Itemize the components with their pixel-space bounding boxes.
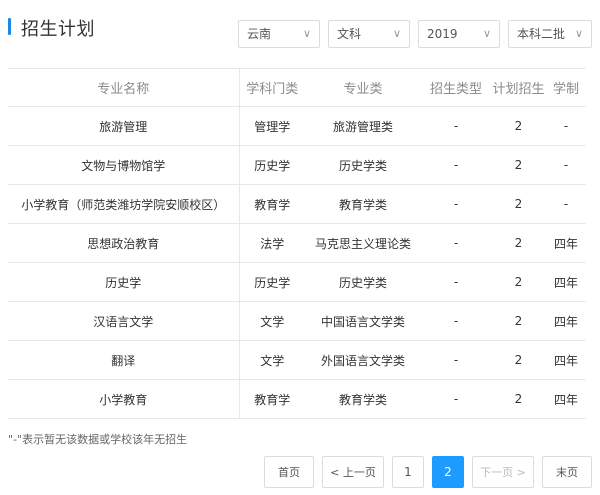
column-header-major: 专业名称 [8,68,240,107]
cell-enroll-type: - [421,340,491,380]
table-header-row: 专业名称 学科门类 专业类 招生类型 计划招生 学制 [8,68,586,107]
province-select-value: 云南 [247,27,272,41]
table-row: 汉语言文学 文学 中国语言文学类 - 2 四年 [8,301,586,341]
cell-enroll-type: - [421,106,491,146]
table-row: 文物与博物馆学 历史学 历史学类 - 2 - [8,145,586,185]
prev-page-button[interactable]: < 上一页 [322,456,384,488]
cell-plan-count: 2 [491,184,546,224]
batch-select[interactable]: 本科二批 ∨ [508,20,592,48]
page-2-button[interactable]: 2 [432,456,464,488]
cell-enroll-type: - [421,184,491,224]
pagination: 首页 < 上一页 1 2 下一页 > 末页 [264,456,592,488]
cell-major-class: 外国语言文学类 [305,340,421,380]
cell-discipline: 文学 [239,340,305,380]
cell-major-class: 历史学类 [305,262,421,302]
cell-major: 汉语言文学 [8,301,240,341]
cell-major-class: 中国语言文学类 [305,301,421,341]
table-row: 历史学 历史学 历史学类 - 2 四年 [8,262,586,302]
column-header-major-class: 专业类 [305,68,421,107]
cell-plan-count: 2 [491,223,546,263]
table-row: 小学教育 教育学 教育学类 - 2 四年 [8,379,586,419]
column-header-plan-count: 计划招生 [491,68,546,107]
chevron-down-icon: ∨ [392,27,401,40]
cell-major-class: 历史学类 [305,145,421,185]
cell-duration: 四年 [546,379,586,419]
page-1-button[interactable]: 1 [392,456,424,488]
cell-duration: - [546,145,586,185]
cell-plan-count: 2 [491,379,546,419]
cell-discipline: 历史学 [239,262,305,302]
cell-plan-count: 2 [491,262,546,302]
cell-duration: 四年 [546,340,586,380]
table-row: 翻译 文学 外国语言文学类 - 2 四年 [8,340,586,380]
cell-duration: - [546,184,586,224]
cell-discipline: 教育学 [239,379,305,419]
province-select[interactable]: 云南 ∨ [238,20,320,48]
cell-discipline: 历史学 [239,145,305,185]
cell-plan-count: 2 [491,301,546,341]
footnote: "-"表示暂无该数据或学校该年无招生 [8,433,188,446]
cell-discipline: 管理学 [239,106,305,146]
cell-major: 文物与博物馆学 [8,145,240,185]
chevron-down-icon: ∨ [574,27,583,40]
table-row: 思想政治教育 法学 马克思主义理论类 - 2 四年 [8,223,586,263]
cell-major: 旅游管理 [8,106,240,146]
column-header-duration: 学制 [546,68,586,107]
column-header-discipline: 学科门类 [239,68,305,107]
year-select[interactable]: 2019 ∨ [418,20,500,48]
cell-major: 小学教育（师范类潍坊学院安顺校区） [8,184,240,224]
cell-enroll-type: - [421,262,491,302]
cell-discipline: 法学 [239,223,305,263]
chevron-down-icon: ∨ [482,27,491,40]
cell-enroll-type: - [421,301,491,341]
cell-major-class: 教育学类 [305,379,421,419]
table-row: 小学教育（师范类潍坊学院安顺校区） 教育学 教育学类 - 2 - [8,184,586,224]
cell-major-class: 教育学类 [305,184,421,224]
column-header-enroll-type: 招生类型 [421,68,491,107]
cell-plan-count: 2 [491,340,546,380]
cell-plan-count: 2 [491,106,546,146]
batch-select-value: 本科二批 [517,27,566,41]
page: 招生计划 云南 ∨ 文科 ∨ 2019 ∨ 本科二批 ∨ 专业名称 学科门类 专… [0,0,600,495]
cell-discipline: 教育学 [239,184,305,224]
year-select-value: 2019 [427,27,458,41]
cell-major: 翻译 [8,340,240,380]
cell-duration: 四年 [546,301,586,341]
cell-discipline: 文学 [239,301,305,341]
cell-plan-count: 2 [491,145,546,185]
cell-major-class: 马克思主义理论类 [305,223,421,263]
cell-major-class: 旅游管理类 [305,106,421,146]
enrollment-plan-table: 专业名称 学科门类 专业类 招生类型 计划招生 学制 旅游管理 管理学 旅游管理… [8,68,586,419]
first-page-button[interactable]: 首页 [264,456,314,488]
table-row: 旅游管理 管理学 旅游管理类 - 2 - [8,106,586,146]
cell-enroll-type: - [421,145,491,185]
title-accent-bar [8,18,11,35]
header: 招生计划 云南 ∨ 文科 ∨ 2019 ∨ 本科二批 ∨ [8,14,592,48]
last-page-button[interactable]: 末页 [542,456,592,488]
cell-enroll-type: - [421,223,491,263]
cell-major: 小学教育 [8,379,240,419]
cell-major: 历史学 [8,262,240,302]
category-select-value: 文科 [337,27,362,41]
cell-enroll-type: - [421,379,491,419]
next-page-button[interactable]: 下一页 > [472,456,534,488]
cell-duration: 四年 [546,262,586,302]
cell-duration: 四年 [546,223,586,263]
cell-duration: - [546,106,586,146]
page-title: 招生计划 [21,19,95,40]
filters: 云南 ∨ 文科 ∨ 2019 ∨ 本科二批 ∨ [238,20,592,50]
cell-major: 思想政治教育 [8,223,240,263]
chevron-down-icon: ∨ [302,27,311,40]
category-select[interactable]: 文科 ∨ [328,20,410,48]
